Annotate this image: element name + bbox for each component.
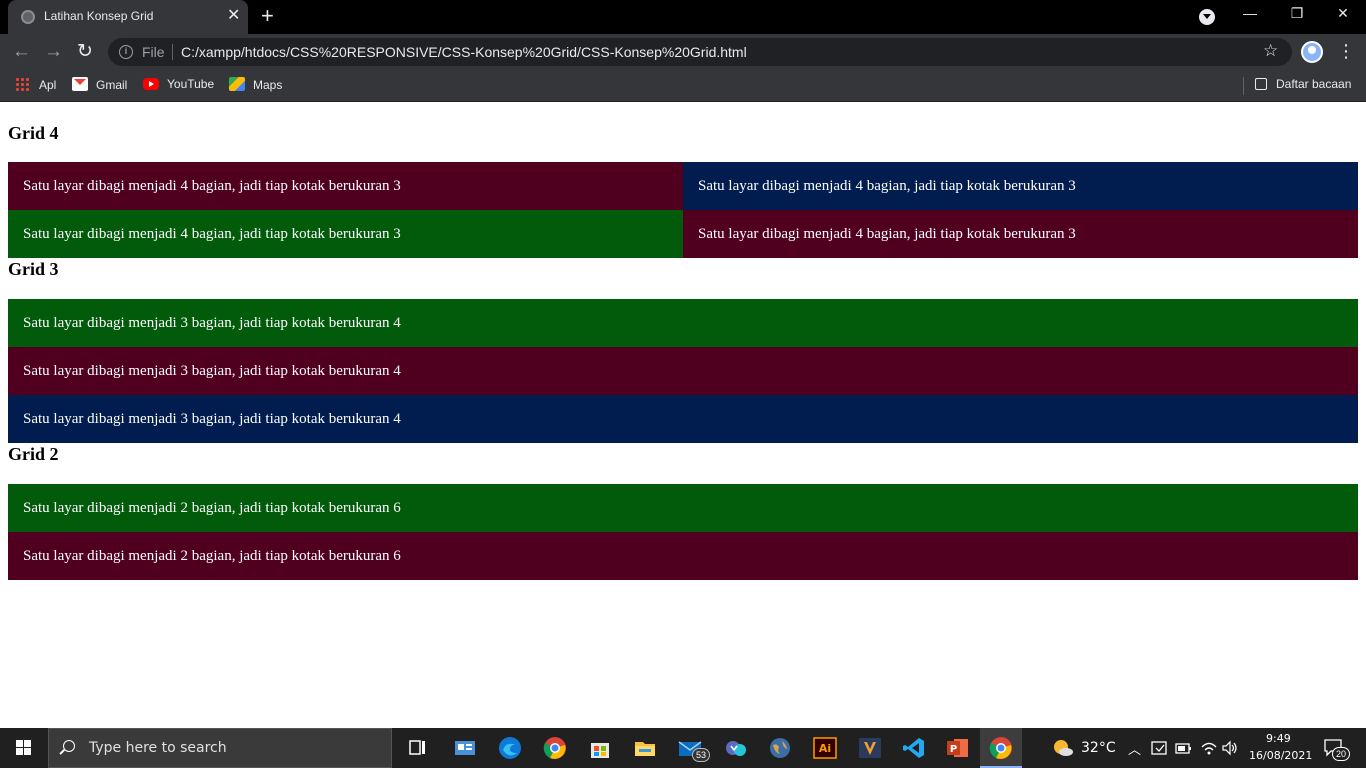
v-app-icon[interactable] [858,736,882,760]
taskbar-search[interactable]: Type here to search [48,728,392,768]
section-heading-grid-3: Grid 3 [8,259,59,279]
battery-icon[interactable] [1175,739,1193,757]
apps-icon [15,77,31,91]
bookmark-star-icon[interactable]: ☆ [1263,41,1278,61]
address-bar[interactable]: i File C:/xampp/htdocs/CSS%20RESPONSIVE/… [108,38,1292,66]
edge-browser-icon[interactable] [498,736,522,760]
grid-cell: Satu layar dibagi menjadi 3 bagian, jadi… [8,395,1358,443]
bookmark-label: Apl [39,78,57,92]
bookmark-label: Maps [253,78,283,92]
youtube-icon [143,78,159,90]
weather-icon[interactable] [1051,736,1075,760]
chrome-icon[interactable] [543,736,567,760]
network-card-icon[interactable] [1151,739,1169,757]
volume-icon[interactable] [1221,739,1239,757]
forward-button[interactable]: → [44,40,63,64]
tab-close-icon[interactable]: ✕ [227,7,240,25]
globe-app-icon[interactable] [768,736,792,760]
new-tab-button[interactable]: + [261,5,274,27]
grid-cell: Satu layar dibagi menjadi 4 bagian, jadi… [8,162,683,210]
taskbar: Type here to search 53 Ai P 32°C ︿ 9:49 … [0,728,1366,768]
windows-start-icon[interactable] [16,740,32,756]
minimize-button[interactable]: — [1240,5,1260,21]
restore-button[interactable]: ❐ [1287,5,1307,22]
tray-chevron-icon[interactable]: ︿ [1128,739,1141,758]
tab-strip: Latihan Konsep Grid ✕ + — ❐ ✕ [0,0,1366,34]
grid-cell: Satu layar dibagi menjadi 2 bagian, jadi… [8,532,1358,580]
reading-list-button[interactable]: Daftar bacaan [1255,77,1351,91]
section-heading-grid-4: Grid 4 [8,123,59,143]
grid-cell: Satu layar dibagi menjadi 4 bagian, jadi… [8,210,683,258]
grid-cell: Satu layar dibagi menjadi 3 bagian, jadi… [8,347,1358,395]
store-icon[interactable] [588,736,612,760]
grid-cell: Satu layar dibagi menjadi 4 bagian, jadi… [683,162,1358,210]
reload-button[interactable]: ↻ [77,40,93,64]
clock-time[interactable]: 9:49 [1266,732,1291,745]
svg-text:Ai: Ai [819,742,831,755]
vscode-icon[interactable] [902,736,926,760]
close-window-button[interactable]: ✕ [1333,5,1353,22]
mail-unread-badge: 53 [692,748,711,762]
browser-toolbar: ← → ↻ i File C:/xampp/htdocs/CSS%20RESPO… [0,34,1366,70]
grid-cell: Satu layar dibagi menjadi 3 bagian, jadi… [8,299,1358,347]
grid-cell: Satu layar dibagi menjadi 4 bagian, jadi… [683,210,1358,258]
search-icon [63,740,75,752]
notification-count-badge: 20 [1332,747,1351,761]
bookmark-gmail[interactable]: Gmail [72,77,127,92]
reading-list-icon [1255,78,1267,90]
bookmark-label: YouTube [167,77,215,91]
browser-menu-icon[interactable]: ⋮ [1337,41,1355,61]
task-view-icon[interactable] [406,736,430,760]
maps-icon [229,77,245,91]
globe-icon [21,10,35,24]
news-app-icon[interactable] [453,736,477,760]
section-heading-grid-2: Grid 2 [8,444,59,464]
address-separator [172,44,173,60]
illustrator-icon[interactable]: Ai [813,736,837,760]
reading-list-label: Daftar bacaan [1276,77,1352,91]
powerpoint-icon[interactable]: P [946,736,970,760]
weather-temperature[interactable]: 32°C [1081,740,1116,756]
bookmark-apps[interactable]: Apl [15,77,56,92]
svg-text:P: P [950,744,957,755]
file-explorer-icon[interactable] [633,736,657,760]
scheme-label: File [142,44,165,60]
chat-app-icon[interactable] [724,736,748,760]
bookmark-youtube[interactable]: YouTube [143,77,214,91]
url-text[interactable]: C:/xampp/htdocs/CSS%20RESPONSIVE/CSS-Kon… [181,44,747,60]
page-viewport: Grid 4 Satu layar dibagi menjadi 4 bagia… [0,103,1366,728]
gmail-icon [72,77,88,91]
bookmarks-bar: Apl Gmail YouTube Maps Daftar bacaan [0,70,1366,102]
info-icon[interactable]: i [119,45,133,59]
bookmark-label: Gmail [96,78,128,92]
profile-avatar[interactable] [1301,41,1323,63]
back-button[interactable]: ← [12,40,31,64]
search-placeholder: Type here to search [89,740,227,756]
bookmarks-separator [1243,77,1244,95]
grid-cell: Satu layar dibagi menjadi 2 bagian, jadi… [8,484,1358,532]
taskbar-active-chrome[interactable] [980,728,1022,768]
wifi-icon[interactable] [1200,739,1218,757]
bookmark-maps[interactable]: Maps [229,77,282,92]
clock-date[interactable]: 16/08/2021 [1249,749,1312,762]
tab-title: Latihan Konsep Grid [44,9,154,23]
tab-search-icon[interactable] [1199,9,1215,25]
browser-tab-active[interactable]: Latihan Konsep Grid ✕ [8,0,248,34]
